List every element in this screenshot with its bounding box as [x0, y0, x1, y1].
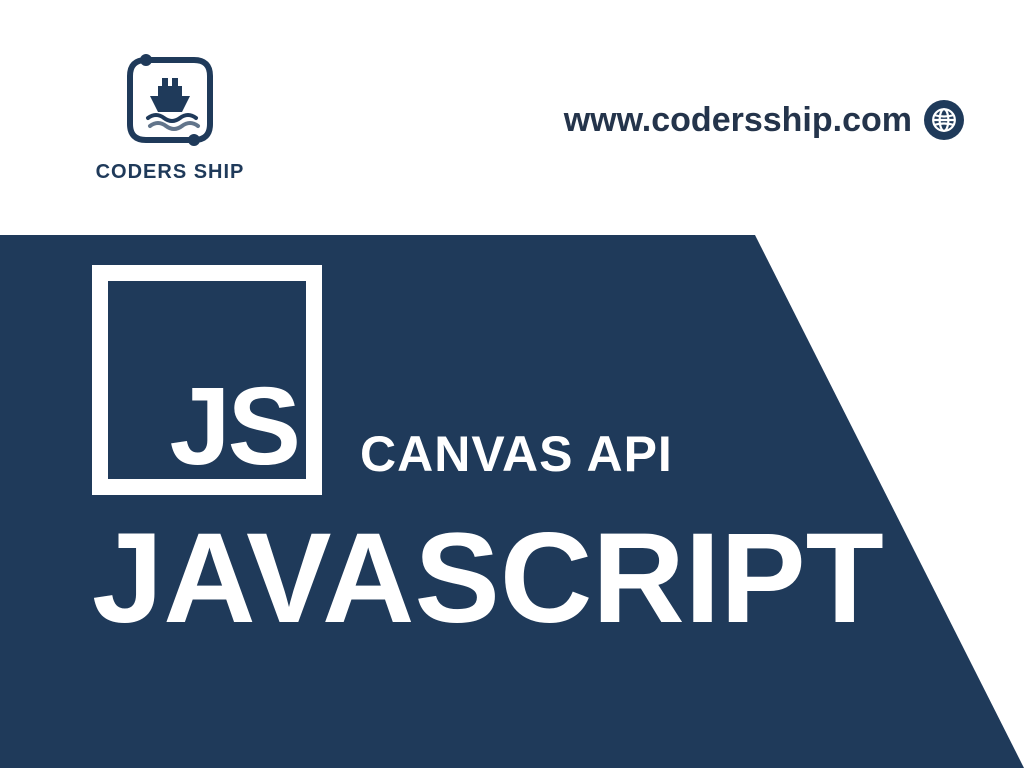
ship-logo-icon — [120, 50, 220, 150]
hero-title: JAVASCRIPT — [92, 515, 884, 643]
hero-subtitle: CANVAS API — [360, 425, 673, 483]
js-badge-text: JS — [169, 380, 298, 474]
js-badge: JS — [92, 265, 322, 495]
hero-panel: JS CANVAS API JAVASCRIPT — [0, 235, 1024, 768]
website-url-block: www.codersship.com — [564, 100, 964, 140]
page-root: CODERS SHIP www.codersship.com JS CANVAS… — [0, 0, 1024, 768]
website-url: www.codersship.com — [564, 101, 912, 140]
brand-text: CODERS SHIP — [90, 161, 250, 184]
brand-logo-block: CODERS SHIP — [90, 50, 250, 184]
globe-icon — [924, 100, 964, 140]
